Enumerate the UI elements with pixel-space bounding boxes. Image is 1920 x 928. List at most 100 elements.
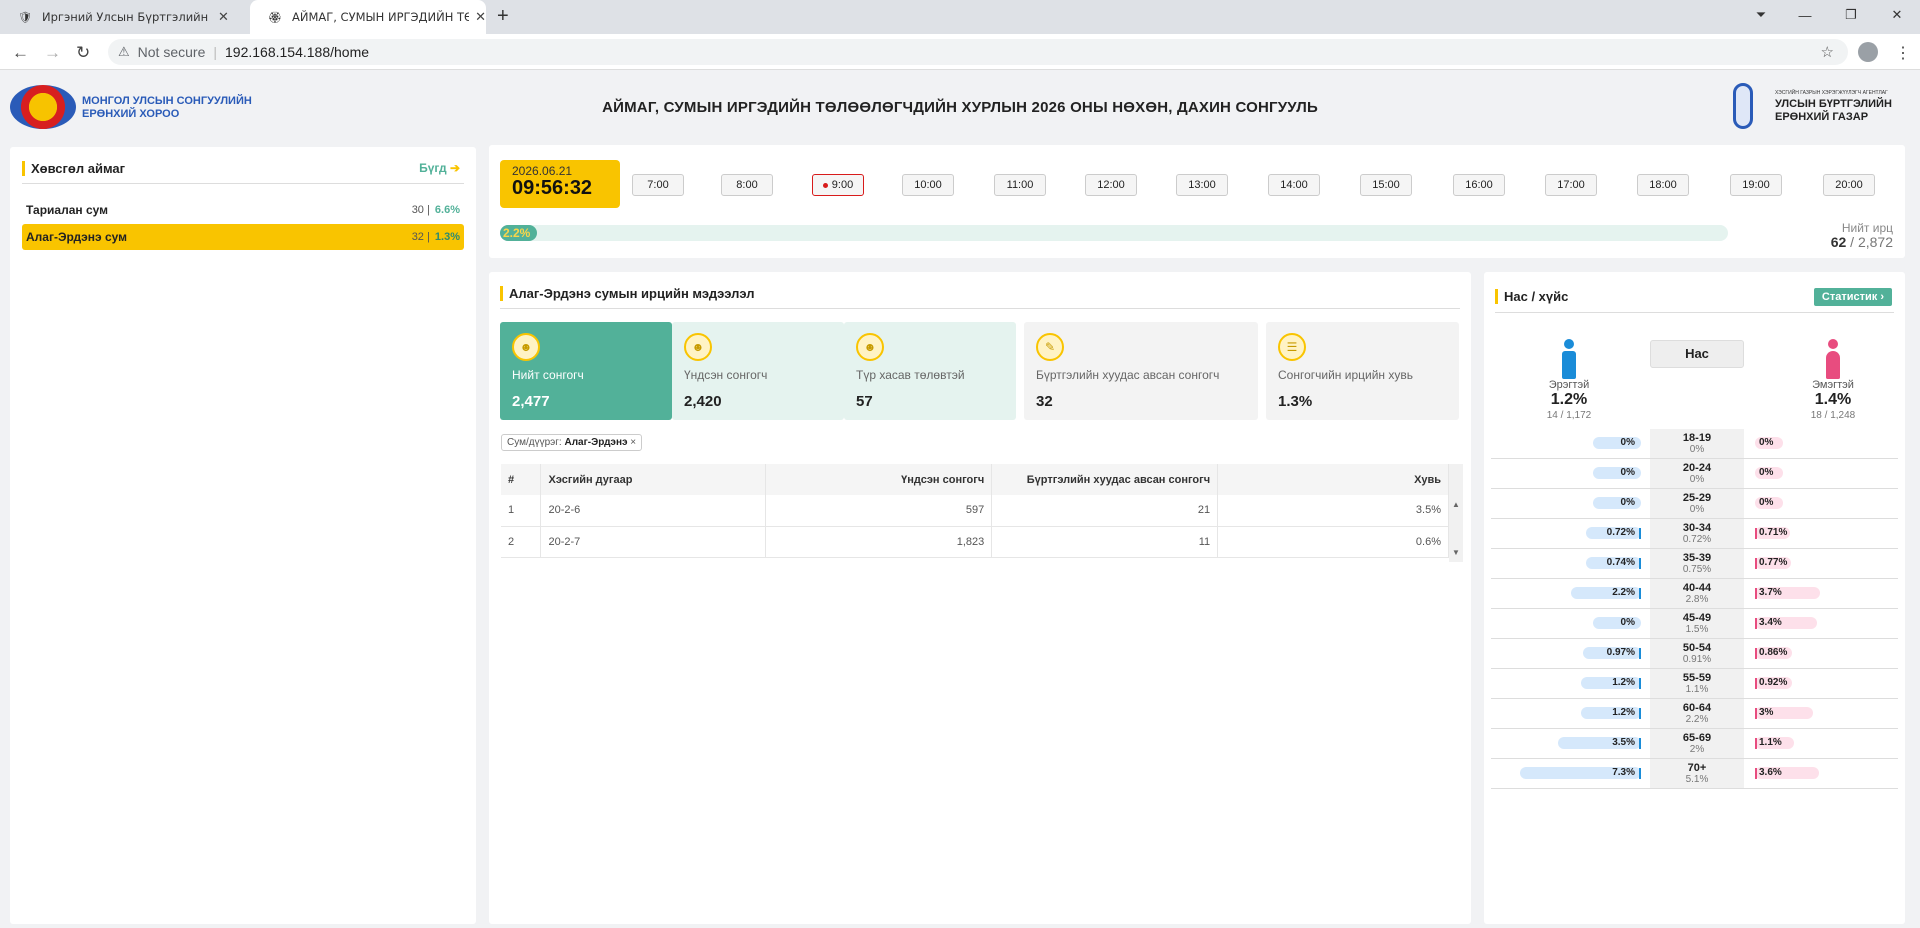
not-secure-label: Not secure	[137, 44, 206, 60]
column-header[interactable]: Хувь	[1217, 464, 1449, 495]
hour-button[interactable]: 9:00	[812, 174, 864, 196]
all-provinces-link[interactable]: Бүгд ➔	[419, 161, 460, 175]
age-total-pct: 0%	[1689, 504, 1705, 515]
current-date: 2026.06.21	[512, 164, 573, 178]
hour-button[interactable]: 16:00	[1453, 174, 1505, 196]
age-total-pct: 0.91%	[1682, 654, 1712, 665]
filter-value: Алаг-Эрдэнэ	[564, 437, 628, 448]
male-pct-value: 0%	[1620, 437, 1635, 448]
browser-tab-1[interactable]: 🛡 Иргэний Улсын Бүртгэлийн Сис ✕	[0, 0, 248, 34]
sum-item[interactable]: Тариалан сум 30 | 6.6%	[22, 197, 464, 223]
hour-button[interactable]: 15:00	[1360, 174, 1412, 196]
stat-label: Нийт сонгогч	[512, 368, 584, 382]
statistics-label: Статистик	[1821, 291, 1878, 303]
hour-label: 14:00	[1280, 179, 1308, 191]
column-header[interactable]: Бүртгэлийн хуудас авсан сонгогч	[991, 464, 1219, 495]
age-range: 20-24	[1682, 462, 1712, 474]
sum-name: Алаг-Эрдэнэ сум	[26, 230, 128, 244]
cell-registered: 21	[991, 495, 1219, 527]
hour-label: 12:00	[1097, 179, 1125, 191]
browser-menu-icon[interactable]: ⋮	[1895, 43, 1911, 63]
site-favicon-icon: 🛡	[18, 11, 32, 24]
female-label: Эмэгтэй	[1812, 379, 1854, 391]
reload-icon[interactable]: ↻	[76, 43, 90, 63]
hour-button[interactable]: 11:00	[994, 174, 1046, 196]
restore-icon[interactable]: ❐	[1828, 0, 1874, 30]
hour-label: 18:00	[1649, 179, 1677, 191]
stat-value: 32	[1036, 393, 1053, 410]
remove-filter-icon[interactable]: ×	[630, 437, 636, 448]
stat-label: Сонгогчийн ирцийн хувь	[1278, 368, 1413, 382]
hour-button[interactable]: 18:00	[1637, 174, 1689, 196]
hour-button[interactable]: 20:00	[1823, 174, 1875, 196]
male-pct-value: 0.72%	[1606, 527, 1635, 538]
column-header[interactable]: #	[501, 464, 542, 495]
age-range: 18-19	[1682, 432, 1712, 444]
tab-search-icon[interactable]: ⏷	[1738, 0, 1784, 30]
hour-button[interactable]: 14:00	[1268, 174, 1320, 196]
forward-arrow-icon[interactable]: →	[44, 43, 61, 63]
close-tab-icon[interactable]: ✕	[475, 9, 486, 25]
hour-button[interactable]: 8:00	[721, 174, 773, 196]
age-row: 2.2% 40-44 2.8% 3.7%	[1491, 579, 1898, 609]
statistics-button[interactable]: Статистик ›	[1813, 288, 1892, 306]
table-row[interactable]: 1 20-2-6 597 21 3.5%	[501, 495, 1449, 527]
hour-button[interactable]: 17:00	[1545, 174, 1597, 196]
stat-turnout-pct[interactable]: ☰ Сонгогчийн ирцийн хувь 1.3%	[1266, 322, 1459, 420]
sum-item-selected[interactable]: Алаг-Эрдэнэ сум 32 | 1.3%	[22, 224, 464, 250]
stat-main-voters[interactable]: ☻ Үндсэн сонгогч 2,420	[672, 322, 844, 420]
window-close-icon[interactable]: ✕	[1874, 0, 1920, 30]
minimize-icon[interactable]: —	[1782, 0, 1828, 30]
male-pct-value: 0.97%	[1606, 647, 1635, 658]
female-pct-value: 0%	[1759, 497, 1774, 508]
back-arrow-icon[interactable]: ←	[12, 43, 29, 63]
hour-label: 15:00	[1372, 179, 1400, 191]
hour-button[interactable]: 10:00	[902, 174, 954, 196]
female-pct-value: 3.4%	[1759, 617, 1782, 628]
filter-chip[interactable]: Сум/дүүрэг: Алаг-Эрдэнэ ×	[501, 434, 643, 451]
table-scrollbar[interactable]: ▲ ▼	[1449, 464, 1463, 562]
hour-button[interactable]: 13:00	[1176, 174, 1228, 196]
age-total-pct: 1.5%	[1685, 624, 1709, 635]
page-header: МОНГОЛ УЛСЫН СОНГУУЛИЙН ЕРӨНХИЙ ХОРОО АЙ…	[0, 71, 1920, 139]
stat-total-voters[interactable]: ☻ Нийт сонгогч 2,477	[500, 322, 672, 420]
stat-registered[interactable]: ✎ Бүртгэлийн хуудас авсан сонгогч 32	[1024, 322, 1258, 420]
age-total-pct: 0%	[1689, 474, 1705, 485]
browser-tab-2[interactable]: 🏵 АЙМАГ, СУМЫН ИРГЭДИЙН ТӨ ✕	[250, 0, 486, 34]
divider	[22, 183, 464, 184]
male-pct: 1.2%	[1550, 391, 1588, 408]
scroll-down-icon[interactable]: ▼	[1452, 548, 1460, 557]
total-separator: /	[1846, 234, 1858, 250]
bookmark-star-icon[interactable]: ☆	[1821, 43, 1834, 61]
table-row[interactable]: 2 20-2-7 1,823 11 0.6%	[501, 526, 1449, 558]
age-total-pct: 5.1%	[1685, 774, 1709, 785]
table-header-row: # Хэсгийн дугаар Үндсэн сонгогч Бүртгэли…	[501, 464, 1449, 495]
cell-main-voters: 597	[765, 495, 993, 527]
male-pct-value: 2.2%	[1612, 587, 1635, 598]
age-range-cell: 35-39 0.75%	[1650, 549, 1744, 578]
age-range: 45-49	[1682, 612, 1712, 624]
age-range: 30-34	[1682, 522, 1712, 534]
current-clock: 09:56:32	[512, 177, 593, 199]
hour-label: 17:00	[1557, 179, 1585, 191]
hour-label: 7:00	[647, 179, 669, 191]
scroll-up-icon[interactable]: ▲	[1452, 500, 1460, 509]
cell-registered: 11	[991, 526, 1219, 558]
right-org-line2: ЕРӨНХИЙ ГАЗАР	[1775, 111, 1869, 123]
close-tab-icon[interactable]: ✕	[218, 9, 229, 25]
female-tick	[1755, 618, 1757, 629]
site-favicon-icon: 🏵	[268, 11, 282, 24]
stat-temp-removed[interactable]: ☻ Түр хасав төлөвтэй 57	[844, 322, 1016, 420]
age-total-pct: 0.75%	[1682, 564, 1712, 575]
profile-avatar-icon[interactable]	[1858, 42, 1878, 62]
female-pct-value: 0.86%	[1759, 647, 1788, 658]
hour-button[interactable]: 19:00	[1730, 174, 1782, 196]
column-header[interactable]: Хэсгийн дугаар	[540, 464, 767, 495]
column-header[interactable]: Үндсэн сонгогч	[765, 464, 993, 495]
new-tab-icon[interactable]: +	[497, 5, 509, 28]
age-row: 3.5% 65-69 2% 1.1%	[1491, 729, 1898, 759]
female-pct-value: 0.77%	[1759, 557, 1788, 568]
hour-button[interactable]: 12:00	[1085, 174, 1137, 196]
url-field[interactable]: ⚠ Not secure | 192.168.154.188/home ☆	[108, 39, 1848, 65]
hour-button[interactable]: 7:00	[632, 174, 684, 196]
